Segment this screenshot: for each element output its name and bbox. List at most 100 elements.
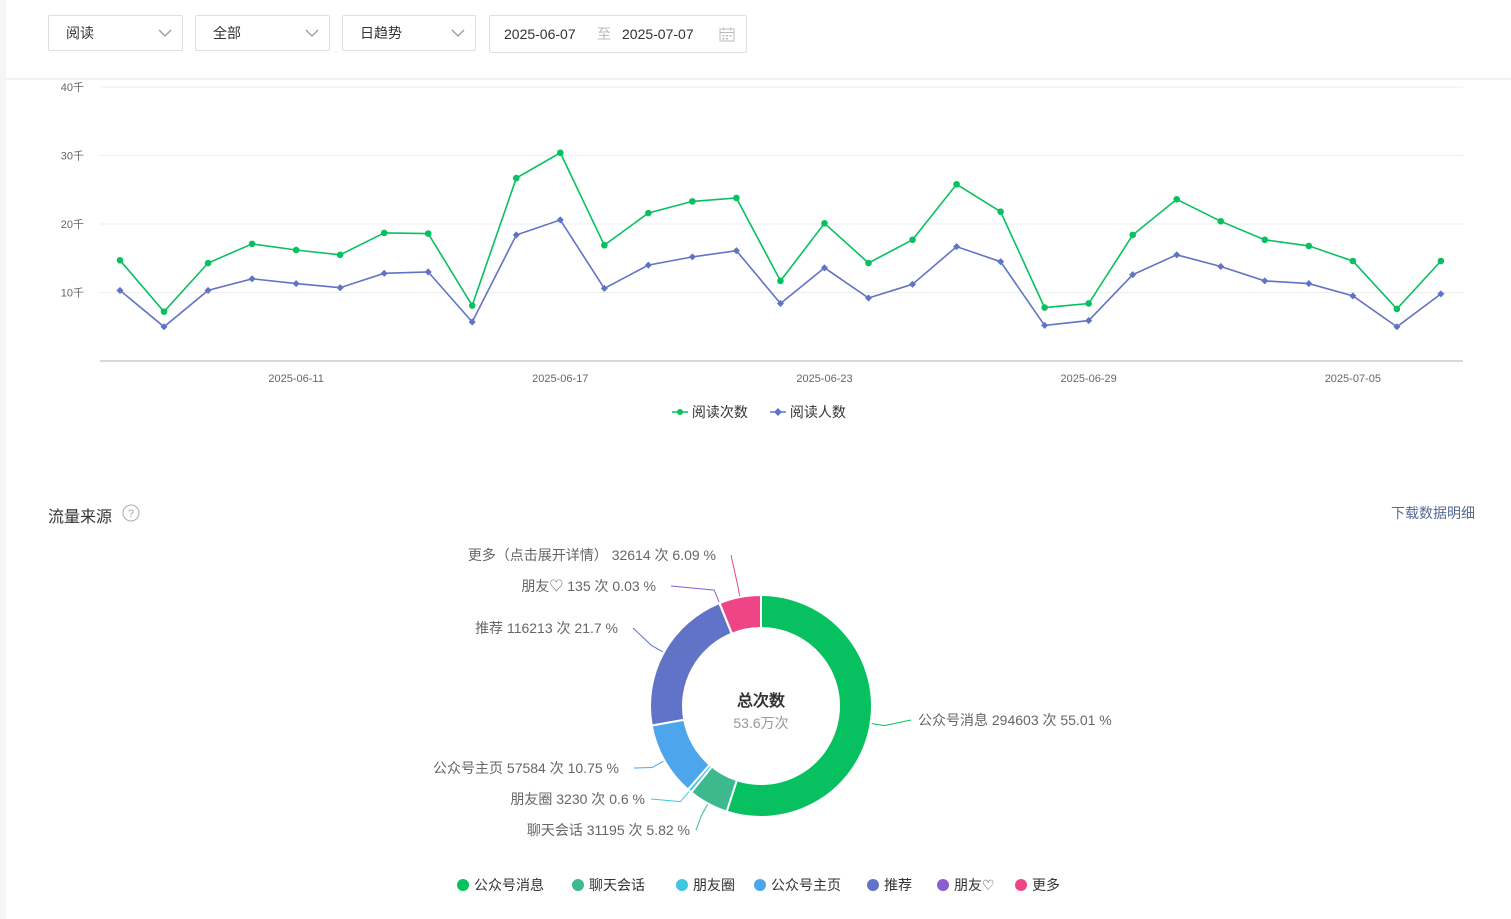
pie-legend-dot [867, 879, 879, 891]
reads-point[interactable] [380, 229, 388, 237]
readers-point[interactable] [1217, 262, 1225, 271]
legend-reads-label: 阅读次数 [691, 404, 748, 420]
x-tick-label: 2025-06-23 [796, 373, 852, 385]
reads-point[interactable] [1437, 257, 1445, 265]
reads-point[interactable] [1041, 304, 1048, 311]
readers-point[interactable] [336, 284, 344, 292]
slice-leader-line [633, 760, 664, 769]
y-tick-label: 20千 [61, 218, 84, 231]
metric-select[interactable]: 阅读 [48, 15, 183, 51]
pie-legend-item[interactable]: 朋友圈 [676, 875, 735, 895]
scope-select-value: 全部 [213, 25, 241, 41]
reads-point[interactable] [733, 194, 740, 202]
x-tick-label: 2025-06-29 [1061, 373, 1117, 385]
calendar-icon [719, 27, 735, 42]
reads-point[interactable] [1305, 242, 1313, 250]
readers-point[interactable] [512, 231, 520, 239]
reads-point[interactable] [116, 257, 124, 264]
reads-point[interactable] [777, 277, 784, 285]
slice-label: 聊天会话 31195 次 5.82 % [527, 822, 690, 838]
slice-label: 推荐 116213 次 21.7 % [475, 620, 618, 636]
chevron-down-icon [451, 29, 465, 37]
readers-point[interactable] [248, 275, 256, 283]
reads-point[interactable] [909, 236, 916, 244]
pie-legend-label: 推荐 [884, 877, 912, 893]
granularity-select[interactable]: 日趋势 [342, 15, 476, 51]
reads-point[interactable] [997, 208, 1004, 215]
pie-legend-label: 朋友圈 [693, 877, 735, 893]
pie-legend-item[interactable]: 公众号消息 [457, 875, 544, 895]
slice-label: 公众号消息 294603 次 55.01 % [918, 712, 1112, 728]
reads-point[interactable] [865, 259, 872, 267]
reads-point[interactable] [1349, 257, 1357, 265]
reads-point[interactable] [1393, 305, 1401, 313]
slice-label: 公众号主页 57584 次 10.75 % [433, 760, 619, 776]
pie-legend-label: 更多 [1032, 877, 1060, 893]
x-tick-label: 2025-06-11 [268, 373, 323, 385]
reads-point[interactable] [336, 251, 344, 259]
pie-legend-dot [676, 879, 688, 891]
reads-point[interactable] [1129, 231, 1136, 239]
reads-point[interactable] [1085, 300, 1092, 307]
pie-legend-item[interactable]: 更多 [1015, 875, 1060, 895]
reads-point[interactable] [601, 241, 608, 249]
slice-leader-line [632, 627, 664, 653]
pie-legend-item[interactable]: 推荐 [867, 875, 912, 895]
pie-legend-dot [1015, 879, 1027, 891]
legend-readers-marker [770, 408, 786, 416]
slice-leader-line [695, 804, 708, 831]
main-panel: 10千 20千 30千 40千 2025-06-11 2025-06-17 2025-06-… [6, 80, 1511, 919]
reads-point[interactable] [160, 308, 168, 315]
pie-legend-dot [754, 879, 766, 891]
reads-point[interactable] [953, 180, 960, 188]
slice-label: 朋友♡ 135 次 0.03 % [521, 578, 656, 594]
reads-point[interactable] [1261, 236, 1269, 244]
date-range-picker[interactable]: 2025-06-07 至 2025-07-07 [489, 15, 747, 53]
date-end[interactable]: 2025-07-07 [622, 16, 694, 52]
reads-point[interactable] [1217, 217, 1225, 225]
slice-label: 更多（点击展开详情） 32614 次 6.09 % [468, 547, 716, 563]
metric-select-value: 阅读 [66, 25, 94, 41]
reads-point[interactable] [204, 259, 212, 267]
reads-point[interactable] [645, 209, 652, 217]
help-icon[interactable]: ? [122, 504, 140, 522]
readers-point[interactable] [292, 280, 300, 288]
reads-point[interactable] [248, 240, 256, 248]
reads-point[interactable] [689, 198, 696, 205]
x-tick-label: 2025-06-17 [532, 373, 588, 385]
date-start[interactable]: 2025-06-07 [504, 16, 576, 52]
pie-legend-item[interactable]: 公众号主页 [754, 875, 841, 895]
daily-trend-chart: 10千 20千 30千 40千 2025-06-11 2025-06-17 2025-06-… [61, 81, 1463, 385]
reads-point[interactable] [557, 149, 564, 157]
readers-point[interactable] [380, 269, 388, 277]
readers-point[interactable] [1261, 277, 1269, 285]
pie-legend-dot [937, 879, 949, 891]
reads-point[interactable] [1173, 196, 1181, 203]
pie-legend-dot [572, 879, 584, 891]
slice-label: 朋友圈 3230 次 0.6 % [510, 791, 645, 807]
chevron-down-icon [305, 29, 319, 37]
pie-legend-item[interactable]: 聊天会话 [572, 875, 645, 895]
download-data-link[interactable]: 下载数据明细 [1391, 503, 1475, 523]
y-tick-label: 40千 [61, 81, 84, 94]
readers-point[interactable] [1305, 280, 1313, 288]
donut-slice-5[interactable] [649, 601, 734, 727]
legend-reads[interactable]: 阅读次数 [672, 402, 748, 422]
scope-select[interactable]: 全部 [195, 15, 330, 51]
legend-readers-label: 阅读人数 [789, 404, 846, 420]
readers-point[interactable] [1173, 251, 1181, 259]
reads-point[interactable] [821, 220, 828, 227]
reads-point[interactable] [424, 230, 432, 237]
readers-point[interactable] [644, 261, 652, 269]
series-line-readers [119, 218, 1442, 328]
reads-point[interactable] [468, 302, 476, 309]
y-tick-label: 10千 [61, 287, 84, 300]
pie-legend-item[interactable]: 朋友♡ [937, 875, 995, 895]
chevron-down-icon [158, 29, 172, 37]
slice-leader-line [670, 585, 720, 603]
legend-readers[interactable]: 阅读人数 [770, 402, 846, 422]
reads-point[interactable] [512, 174, 520, 182]
readers-point[interactable] [688, 253, 696, 261]
reads-point[interactable] [292, 246, 300, 254]
pie-legend-label: 公众号主页 [771, 877, 841, 893]
